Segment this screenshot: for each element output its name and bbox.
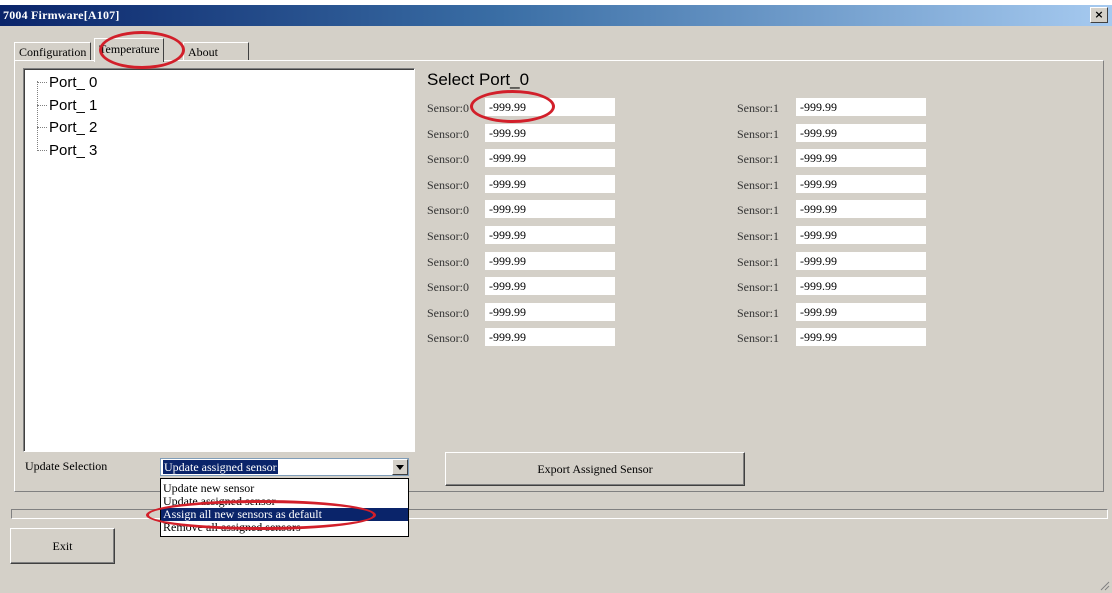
sensor-1-label: Sensor:1 [737, 255, 779, 269]
sensor-1-field[interactable]: -999.99 [796, 200, 926, 218]
tree-item-port-3[interactable]: Port_ 3 [37, 139, 97, 161]
tab-temperature[interactable]: Temperature [94, 38, 165, 62]
sensor-0-label: Sensor:0 [427, 127, 469, 141]
sensor-1-label: Sensor:1 [737, 280, 779, 294]
sensor-0-label: Sensor:0 [427, 229, 469, 243]
sensor-0-label: Sensor:0 [427, 331, 469, 345]
sensor-0-field[interactable]: -999.99 [485, 175, 615, 193]
tree-item-label: Port_ 3 [49, 141, 98, 159]
exit-button[interactable]: Exit [10, 528, 115, 564]
update-selection-combo[interactable]: Update assigned sensor [160, 458, 409, 476]
sensor-0-field[interactable]: -999.99 [485, 277, 615, 295]
select-port-title: Select Port_0 [427, 70, 530, 89]
tab-configuration[interactable]: Configuration [14, 42, 92, 61]
sensor-1-field[interactable]: -999.99 [796, 98, 926, 116]
sensor-0-label: Sensor:0 [427, 101, 469, 115]
title-bar-gradient [0, 5, 1112, 26]
sensor-0-label: Sensor:0 [427, 178, 469, 192]
tree-item-port-1[interactable]: Port_ 1 [37, 94, 97, 116]
sensor-1-label: Sensor:1 [737, 178, 779, 192]
sensor-0-field[interactable]: -999.99 [485, 226, 615, 244]
sensor-0-field[interactable]: -999.99 [485, 200, 615, 218]
sensor-1-field[interactable]: -999.99 [796, 149, 926, 167]
port-tree[interactable]: Port_ 0 Port_ 1 Port_ 2 Port_ 3 [23, 68, 415, 452]
sensor-1-field[interactable]: -999.99 [796, 328, 926, 346]
update-selection-dropdown: Update new sensor Update assigned sensor… [160, 478, 409, 537]
close-button[interactable]: × [1090, 7, 1108, 23]
sensor-1-field[interactable]: -999.99 [796, 303, 926, 321]
dropdown-option[interactable]: Update new sensor [161, 482, 408, 495]
sensor-1-label: Sensor:1 [737, 306, 779, 320]
sensor-1-label: Sensor:1 [737, 229, 779, 243]
sensor-0-field[interactable]: -999.99 [485, 124, 615, 142]
sensor-1-field[interactable]: -999.99 [796, 175, 926, 193]
sensor-0-label: Sensor:0 [427, 280, 469, 294]
sensor-1-field[interactable]: -999.99 [796, 226, 926, 244]
sensor-0-label: Sensor:0 [427, 255, 469, 269]
sensor-1-label: Sensor:1 [737, 127, 779, 141]
resize-grip-icon[interactable] [1100, 581, 1110, 591]
title-bar: 7004 Firmware[A107] × [0, 0, 1112, 26]
sensor-0-label: Sensor:0 [427, 203, 469, 217]
sensor-0-label: Sensor:0 [427, 152, 469, 166]
sensor-0-field[interactable]: -999.99 [485, 252, 615, 270]
sensor-1-label: Sensor:1 [737, 101, 779, 115]
sensor-0-label: Sensor:0 [427, 306, 469, 320]
sensor-1-field[interactable]: -999.99 [796, 277, 926, 295]
sensor-1-label: Sensor:1 [737, 203, 779, 217]
export-assigned-sensor-button[interactable]: Export Assigned Sensor [445, 452, 745, 486]
close-icon: × [1094, 8, 1104, 21]
tree-item-label: Port_ 2 [49, 118, 98, 136]
dropdown-option-highlighted[interactable]: Assign all new sensors as default [161, 508, 408, 521]
combo-selected-value: Update assigned sensor [163, 460, 278, 474]
tree-item-port-2[interactable]: Port_ 2 [37, 116, 97, 138]
chevron-down-icon[interactable] [392, 459, 408, 475]
sensor-1-field[interactable]: -999.99 [796, 252, 926, 270]
sensor-0-field[interactable]: -999.99 [485, 328, 615, 346]
sensor-0-field[interactable]: -999.99 [485, 149, 615, 167]
tree-item-port-0[interactable]: Port_ 0 [37, 71, 97, 93]
tree-item-label: Port_ 1 [49, 96, 98, 114]
dropdown-option[interactable]: Update assigned sensor [161, 495, 408, 508]
sensor-1-field[interactable]: -999.99 [796, 124, 926, 142]
window-title: 7004 Firmware[A107] [3, 8, 120, 22]
tab-about[interactable]: About [183, 42, 249, 61]
sensor-1-label: Sensor:1 [737, 331, 779, 345]
sensor-0-field[interactable]: -999.99 [485, 303, 615, 321]
tree-item-label: Port_ 0 [49, 73, 98, 91]
sensor-1-label: Sensor:1 [737, 152, 779, 166]
sensor-0-field[interactable]: -999.99 [485, 98, 615, 116]
dropdown-option[interactable]: Remove all assigned sensors [161, 521, 408, 534]
update-selection-label: Update Selection [25, 459, 108, 473]
